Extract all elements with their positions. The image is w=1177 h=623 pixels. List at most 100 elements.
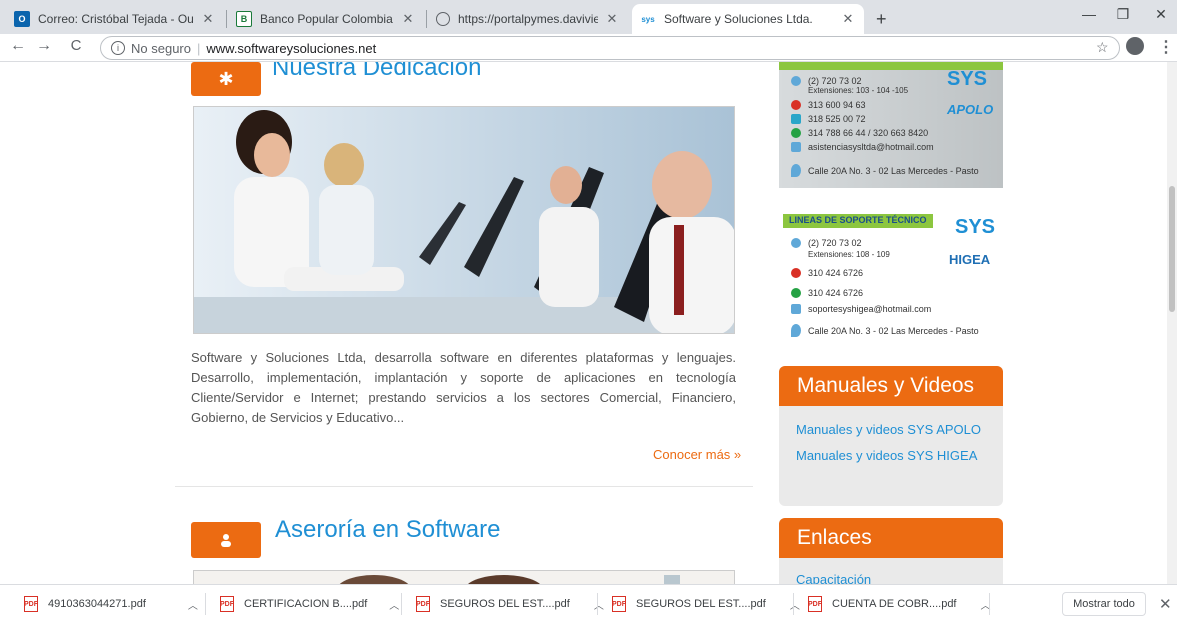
email-icon — [791, 304, 801, 314]
chevron-up-icon[interactable]: ︿ — [790, 597, 800, 612]
email-line: soportesyshigea@hotmail.com — [791, 304, 931, 314]
phone-text: (2) 720 73 02 — [808, 76, 862, 86]
tab-software-soluciones[interactable]: sys Software y Soluciones Ltda. ✕ — [632, 4, 864, 34]
dedicacion-icon: ✱ — [191, 62, 261, 96]
mobile-text: 318 525 00 72 — [808, 114, 866, 124]
security-label: No seguro — [131, 40, 191, 56]
menu-kebab-icon[interactable]: ⋮ — [1158, 37, 1174, 57]
close-icon[interactable]: ✕ — [840, 11, 856, 27]
tab-title: Banco Popular Colombia — [260, 12, 393, 26]
link-manuales-apolo[interactable]: Manuales y videos SYS APOLO — [779, 420, 1003, 440]
tab-separator — [226, 10, 227, 28]
sys-icon: sys — [641, 14, 655, 24]
section-title-asesoria[interactable]: Aseroría en Software — [275, 516, 500, 544]
movistar-icon — [791, 114, 801, 124]
address-line: Calle 20A No. 3 - 02 Las Mercedes - Past… — [791, 164, 979, 177]
restore-icon[interactable]: ❐ — [1108, 6, 1138, 23]
asesoria-photo — [193, 570, 735, 584]
mobile-icon — [791, 268, 801, 278]
whatsapp-line: 310 424 6726 — [791, 288, 863, 298]
pdf-icon: PDF — [220, 596, 234, 612]
mobile-line: 310 424 6726 — [791, 268, 863, 278]
link-capacitacion[interactable]: Capacitación — [779, 570, 1003, 584]
email-text: soportesyshigea@hotmail.com — [808, 304, 932, 314]
pdf-icon: PDF — [416, 596, 430, 612]
enlaces-panel: Enlaces Capacitación — [779, 518, 1003, 584]
mobile-text: 310 424 6726 — [808, 268, 864, 278]
pdf-icon: PDF — [808, 596, 822, 612]
reload-icon[interactable]: C — [66, 37, 86, 54]
phone-icon — [791, 238, 801, 248]
office-photo — [193, 106, 735, 334]
tab-separator — [426, 10, 427, 28]
info-icon[interactable]: i — [111, 41, 125, 55]
omnibox-separator: | — [196, 40, 201, 56]
download-item[interactable]: PDF SEGUROS DEL EST....pdf ︿ — [416, 585, 604, 623]
mobile-icon — [791, 100, 801, 110]
back-icon[interactable]: ← — [8, 37, 28, 55]
company-description: Software y Soluciones Ltda, desarrolla s… — [191, 350, 736, 425]
scrollbar-thumb[interactable] — [1169, 186, 1175, 312]
new-tab-button[interactable]: + — [876, 9, 887, 30]
section-divider — [175, 486, 753, 487]
banco-popular-icon: B — [236, 11, 252, 27]
section-title-dedicacion[interactable]: Nuestra Dedicacion — [272, 62, 481, 82]
phone-line: (2) 720 73 02 — [791, 238, 862, 248]
page-scrollbar[interactable] — [1167, 62, 1177, 584]
profile-avatar-icon[interactable] — [1126, 37, 1144, 55]
link-manuales-higea[interactable]: Manuales y videos SYS HIGEA — [779, 446, 1003, 466]
bookmark-star-icon[interactable]: ☆ — [1096, 39, 1109, 56]
asesoria-photo-illustration — [339, 575, 680, 584]
location-pin-icon — [791, 324, 801, 337]
conocer-mas-link[interactable]: Conocer más » — [653, 447, 741, 462]
close-icon[interactable]: ✕ — [200, 11, 216, 27]
pdf-icon: PDF — [612, 596, 626, 612]
download-separator — [401, 593, 402, 615]
location-pin-icon — [791, 164, 801, 177]
extensions-line: Extensiones: 103 - 104 -105 — [808, 86, 909, 95]
close-download-bar-icon[interactable]: ✕ — [1159, 595, 1172, 613]
download-filename: SEGUROS DEL EST....pdf — [440, 598, 570, 610]
download-item[interactable]: PDF 4910363044271.pdf ︿ — [24, 585, 198, 623]
tab-davivienda[interactable]: https://portalpymes.davivienda.c ✕ — [428, 4, 628, 34]
chevron-up-icon[interactable]: ︿ — [188, 597, 198, 612]
mobile-text: 313 600 94 63 — [808, 100, 866, 110]
download-filename: CUENTA DE COBR....pdf — [832, 598, 957, 610]
user-icon — [191, 522, 261, 558]
download-separator — [205, 593, 206, 615]
office-photo-illustration — [194, 107, 734, 333]
apolo-support-card: (2) 720 73 02 Extensiones: 103 - 104 -10… — [779, 62, 1003, 188]
manuales-panel: Manuales y Videos Manuales y videos SYS … — [779, 366, 1003, 506]
tab-banco-popular[interactable]: B Banco Popular Colombia ✕ — [228, 4, 424, 34]
address-bar[interactable]: i No seguro | www.softwareysoluciones.ne… — [100, 36, 1120, 60]
close-icon[interactable]: ✕ — [400, 11, 416, 27]
address-text: Calle 20A No. 3 - 02 Las Mercedes - Past… — [808, 325, 979, 336]
download-item[interactable]: PDF CERTIFICACION B....pdf ︿ — [220, 585, 399, 623]
download-separator — [793, 593, 794, 615]
download-bar: PDF 4910363044271.pdf ︿ PDF CERTIFICACIO… — [0, 584, 1177, 622]
email-icon — [791, 142, 801, 152]
higea-logo: HIGEA — [949, 252, 991, 267]
forward-icon[interactable]: → — [34, 37, 54, 55]
download-filename: SEGUROS DEL EST....pdf — [636, 598, 766, 610]
close-icon[interactable]: ✕ — [604, 11, 620, 27]
chevron-up-icon[interactable]: ︿ — [594, 597, 604, 612]
show-all-button[interactable]: Mostrar todo — [1062, 592, 1146, 616]
address-text: Calle 20A No. 3 - 02 Las Mercedes - Past… — [808, 165, 979, 176]
globe-icon — [436, 12, 450, 26]
tab-title: https://portalpymes.davivienda.c — [458, 12, 598, 26]
window-close-icon[interactable]: ✕ — [1146, 6, 1176, 23]
pdf-icon: PDF — [24, 596, 38, 612]
chevron-up-icon[interactable]: ︿ — [389, 597, 399, 612]
download-item[interactable]: PDF SEGUROS DEL EST....pdf ︿ — [612, 585, 800, 623]
url-text[interactable]: www.softwareysoluciones.net — [206, 41, 376, 56]
browser-toolbar: ← → C i No seguro | www.softwareysolucio… — [0, 34, 1177, 62]
download-item[interactable]: PDF CUENTA DE COBR....pdf ︿ — [808, 585, 991, 623]
tab-strip: O Correo: Cristóbal Tejada - Outloo ✕ B … — [0, 0, 1177, 34]
minimize-icon[interactable]: — — [1074, 6, 1104, 22]
tab-outlook[interactable]: O Correo: Cristóbal Tejada - Outloo ✕ — [6, 4, 224, 34]
address-line: Calle 20A No. 3 - 02 Las Mercedes - Past… — [791, 324, 979, 337]
phone-text: (2) 720 73 02 — [808, 238, 862, 248]
whatsapp-icon — [791, 288, 801, 298]
email-text: asistenciasysltda@hotmail.com — [808, 142, 934, 152]
